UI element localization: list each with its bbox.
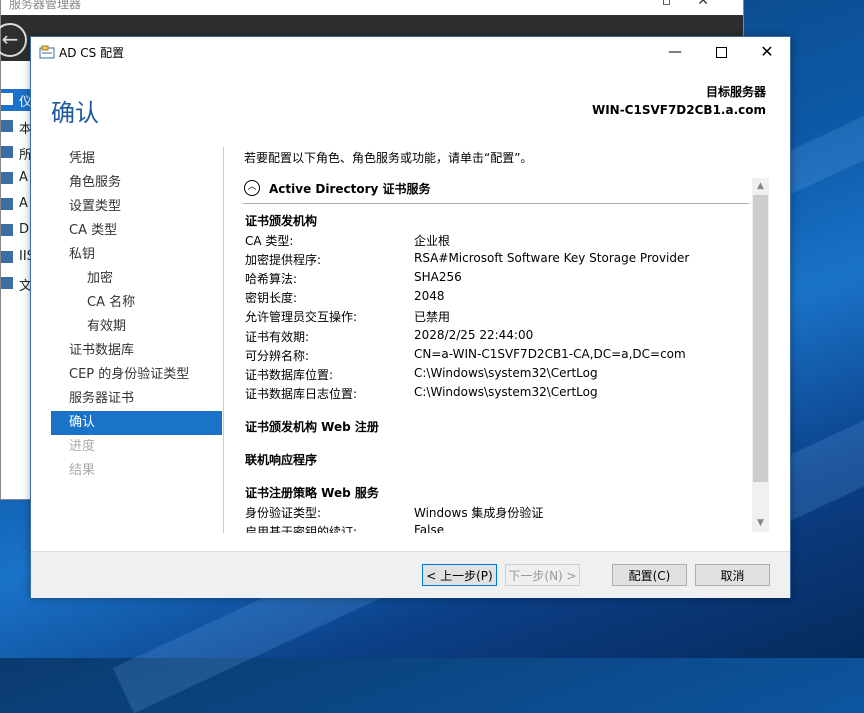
nav-divider: [223, 147, 224, 533]
detail-value: C:\Windows\system32\CertLog: [414, 366, 598, 380]
detail-row: 证书数据库位置: C:\Windows\system32\CertLog: [245, 366, 745, 385]
adds-icon: [1, 198, 13, 210]
sidebar-item-local-server[interactable]: 本: [1, 116, 32, 138]
nav-item-ca-name[interactable]: CA 名称: [51, 291, 222, 315]
dialog-title: AD CS 配置: [59, 46, 125, 60]
dialog-footer: < 上一步(P) 下一步(N) > 配置(C) 取消: [31, 551, 790, 598]
server-manager-titlebar: 服务器管理器 ▫✕: [1, 0, 743, 16]
close-button[interactable]: ✕: [744, 37, 790, 67]
maximize-icon: [715, 46, 727, 58]
detail-row: 证书数据库日志位置: C:\Windows\system32\CertLog: [245, 385, 745, 404]
detail-key: 身份验证类型:: [245, 506, 322, 520]
detail-row: 身份验证类型: Windows 集成身份验证: [245, 504, 745, 523]
detail-key: 哈希算法:: [245, 272, 298, 286]
detail-value: RSA#Microsoft Software Key Storage Provi…: [414, 251, 690, 265]
file-icon: [1, 277, 13, 289]
nav-item-ca-type[interactable]: CA 类型: [51, 219, 222, 243]
minimize-button[interactable]: —: [652, 37, 698, 67]
detail-row: 加密提供程序: RSA#Microsoft Software Key Storag…: [245, 251, 745, 270]
detail-value: 2048: [414, 289, 445, 303]
detail-row: 启用基于密钥的续订: False: [245, 523, 745, 533]
previous-button[interactable]: < 上一步(P): [422, 564, 497, 586]
detail-key: 证书数据库日志位置:: [245, 387, 358, 401]
nav-item-progress: 进度: [69, 439, 96, 454]
scroll-down-arrow-icon[interactable]: ▼: [752, 515, 769, 532]
detail-value: False: [414, 523, 445, 533]
section-title: Active Directory 证书服务: [269, 182, 431, 196]
detail-value: 2028/2/25 22:44:00: [414, 328, 534, 342]
detail-key: CA 类型:: [245, 234, 294, 248]
nav-item-setup-type[interactable]: 设置类型: [51, 195, 222, 219]
nav-item-confirmation[interactable]: 确认: [51, 411, 222, 435]
sidebar-item-dns[interactable]: D: [1, 220, 31, 242]
detail-key: 证书数据库位置:: [245, 368, 334, 382]
confirmation-content: ︿ Active Directory 证书服务 证书颁发机构 CA 类型: 企业根…: [243, 177, 771, 533]
detail-value: 已禁用: [414, 310, 451, 324]
dialog-titlebar[interactable]: AD CS 配置 — ✕: [31, 37, 790, 67]
nav-item-server-certificate[interactable]: 服务器证书: [51, 387, 222, 411]
adcs-app-icon: [39, 45, 55, 59]
group-title-ca: 证书颁发机构: [245, 214, 318, 228]
nav-item-cryptography[interactable]: 加密: [51, 267, 222, 291]
detail-row: 允许管理员交互操作: 已禁用: [245, 308, 745, 327]
adcs-config-dialog: AD CS 配置 — ✕ 确认 目标服务器 WIN-C1SVF7D2CB1.a.…: [30, 36, 791, 598]
detail-key: 允许管理员交互操作:: [245, 310, 358, 324]
nav-item-role-services[interactable]: 角色服务: [51, 171, 222, 195]
sidebar-item-dashboard[interactable]: 仪: [1, 89, 32, 111]
detail-key: 密钥长度:: [245, 291, 298, 305]
content-scrollbar[interactable]: ▲ ▼: [752, 178, 769, 532]
detail-row: 哈希算法: SHA256: [245, 270, 745, 289]
group-title-online-responder: 联机响应程序: [245, 453, 318, 467]
chevron-up-icon[interactable]: ︿: [244, 180, 260, 196]
nav-item-credentials[interactable]: 凭据: [51, 147, 222, 171]
section-header[interactable]: ︿ Active Directory 证书服务: [243, 177, 749, 204]
detail-value: SHA256: [414, 270, 462, 284]
configure-button[interactable]: 配置(C): [612, 564, 687, 586]
sidebar-item-iis[interactable]: IIS: [1, 247, 35, 269]
servers-icon: [1, 146, 13, 158]
detail-value: CN=a-WIN-C1SVF7D2CB1-CA,DC=a,DC=com: [414, 347, 686, 361]
target-server-name: WIN-C1SVF7D2CB1.a.com: [591, 103, 766, 117]
server-manager-window-controls[interactable]: ▫✕: [662, 0, 735, 9]
detail-row: 可分辨名称: CN=a-WIN-C1SVF7D2CB1-CA,DC=a,DC=co…: [245, 347, 745, 366]
adcs-icon: [1, 172, 13, 184]
nav-item-validity-period[interactable]: 有效期: [51, 315, 222, 339]
group-title-cep: 证书注册策略 Web 服务: [245, 486, 379, 500]
nav-item-cep-auth-type[interactable]: CEP 的身份验证类型: [51, 363, 222, 387]
scroll-thumb[interactable]: [753, 195, 768, 482]
detail-key: 加密提供程序:: [245, 253, 322, 267]
detail-key: 启用基于密钥的续订:: [245, 525, 358, 533]
sidebar-item-ad-cs[interactable]: A: [1, 168, 31, 190]
page-title: 确认: [51, 99, 99, 127]
nav-item-certificate-database[interactable]: 证书数据库: [51, 339, 222, 363]
detail-row: CA 类型: 企业根: [245, 232, 745, 251]
sidebar-item-all-servers[interactable]: 所: [1, 142, 32, 164]
back-arrow-icon[interactable]: ←: [0, 23, 27, 57]
sidebar-item-file-services[interactable]: 文: [1, 273, 32, 295]
server-icon: [1, 120, 13, 132]
nav-item-private-key[interactable]: 私钥: [51, 243, 222, 267]
dashboard-icon: [1, 93, 13, 105]
detail-value: 企业根: [414, 234, 451, 248]
detail-row: 证书有效期: 2028/2/25 22:44:00: [245, 328, 745, 347]
detail-key: 可分辨名称:: [245, 349, 310, 363]
next-button: 下一步(N) >: [505, 564, 580, 586]
sidebar-item-ad-ds[interactable]: A: [1, 194, 31, 216]
scroll-up-arrow-icon[interactable]: ▲: [752, 178, 769, 195]
dns-icon: [1, 224, 13, 236]
target-server-label: 目标服务器: [705, 85, 766, 99]
detail-key: 证书有效期:: [245, 330, 310, 344]
iis-icon: [1, 251, 13, 263]
maximize-button[interactable]: [698, 37, 744, 67]
detail-row: 密钥长度: 2048: [245, 289, 745, 308]
intro-text: 若要配置以下角色、角色服务或功能，请单击“配置”。: [244, 151, 533, 165]
detail-value: Windows 集成身份验证: [414, 506, 544, 520]
server-manager-title: 服务器管理器: [9, 0, 82, 11]
detail-value: C:\Windows\system32\CertLog: [414, 385, 598, 399]
nav-item-results: 结果: [69, 463, 96, 478]
server-manager-sidebar: 仪 本 所 A A D IIS 文: [1, 61, 35, 499]
group-title-ca-web-enrollment: 证书颁发机构 Web 注册: [245, 420, 379, 434]
cancel-button[interactable]: 取消: [695, 564, 770, 586]
